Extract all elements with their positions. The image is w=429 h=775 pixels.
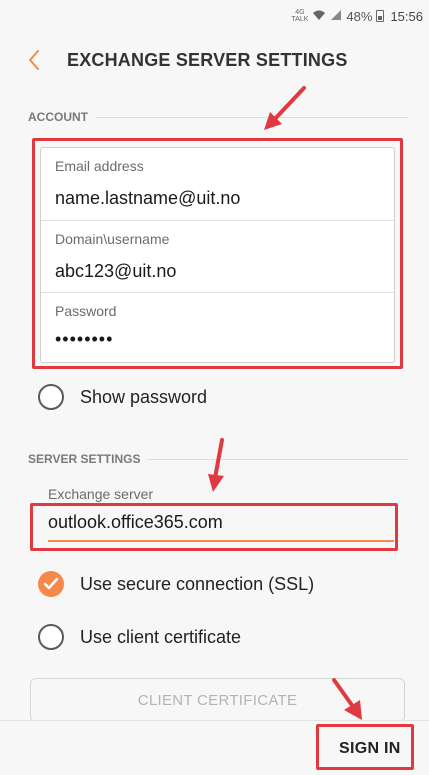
annotation-arrow-icon xyxy=(264,86,306,130)
show-password-label: Show password xyxy=(80,386,208,407)
client-certificate-toggle[interactable]: Use client certificate xyxy=(38,624,241,650)
annotation-arrow-icon xyxy=(208,438,224,492)
client-certificate-radio[interactable] xyxy=(38,624,64,650)
battery-icon xyxy=(376,10,385,22)
page-title: EXCHANGE SERVER SETTINGS xyxy=(67,50,348,70)
show-password-toggle[interactable]: Show password xyxy=(38,384,207,410)
server-section-text: SERVER SETTINGS xyxy=(28,452,141,466)
annotation-box-sign-in xyxy=(316,724,414,770)
annotation-arrow-icon xyxy=(332,678,362,720)
network-indicator: 4G TALK xyxy=(291,9,308,23)
wifi-icon xyxy=(312,9,326,24)
battery-percent: 48% xyxy=(346,8,373,24)
annotation-box-server xyxy=(30,503,398,551)
ssl-label: Use secure connection (SSL) xyxy=(80,573,315,594)
annotation-box-account xyxy=(32,138,403,369)
account-section-label: ACCOUNT xyxy=(28,110,408,124)
section-divider xyxy=(96,116,408,118)
header: EXCHANGE SERVER SETTINGS xyxy=(0,40,429,80)
back-button[interactable] xyxy=(22,46,46,74)
section-divider xyxy=(148,458,408,460)
exchange-server-label: Exchange server xyxy=(48,486,154,502)
ssl-toggle[interactable]: Use secure connection (SSL) xyxy=(38,571,314,597)
clock: 15:56 xyxy=(390,8,423,24)
check-icon xyxy=(43,577,59,590)
client-certificate-label: Use client certificate xyxy=(80,626,242,647)
chevron-left-icon xyxy=(29,50,39,70)
show-password-radio[interactable] xyxy=(38,384,64,410)
ssl-radio[interactable] xyxy=(38,571,64,597)
account-section-text: ACCOUNT xyxy=(28,110,88,124)
network-type: 4G xyxy=(295,9,305,16)
signal-icon xyxy=(330,9,342,24)
network-talk: TALK xyxy=(291,16,309,23)
status-bar: 4G TALK 48% 15:56 xyxy=(0,0,429,32)
